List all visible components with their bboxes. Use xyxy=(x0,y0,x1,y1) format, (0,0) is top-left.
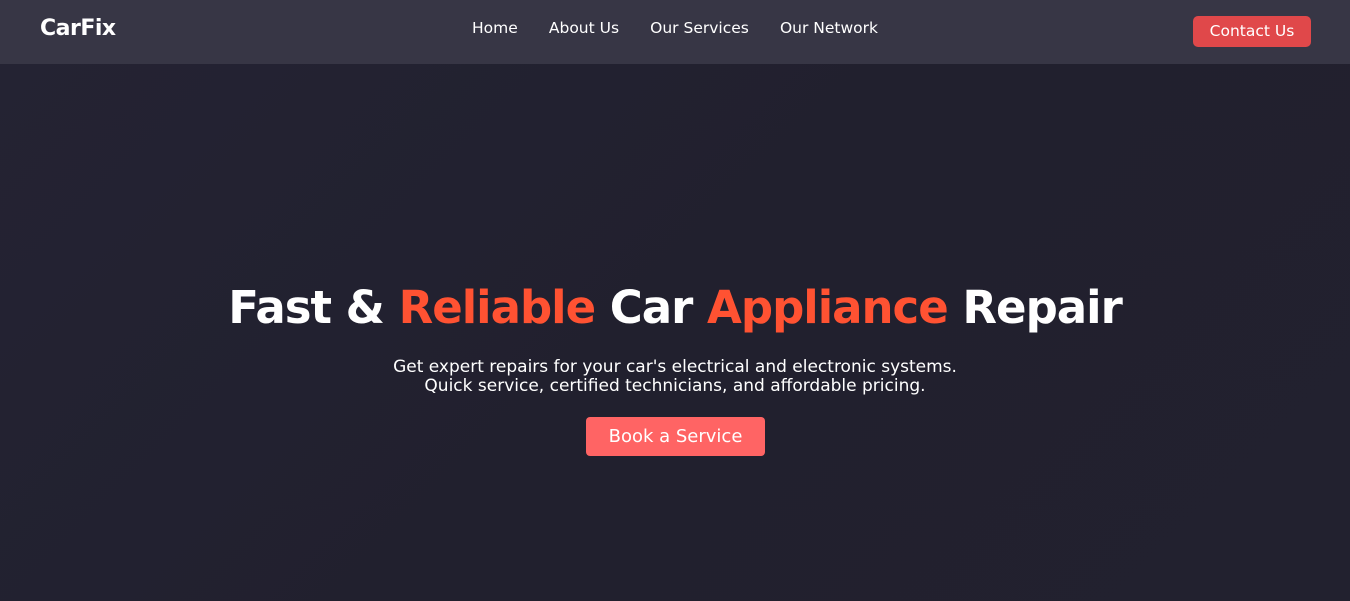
book-a-service-button[interactable]: Book a Service xyxy=(586,417,765,456)
hero-subtitle: Get expert repairs for your car's electr… xyxy=(0,358,1350,396)
brand-logo[interactable]: CarFix xyxy=(40,16,116,41)
hero-subtitle-line-1: Get expert repairs for your car's electr… xyxy=(393,357,957,377)
hero-title: Fast & Reliable Car Appliance Repair xyxy=(0,281,1350,334)
hero-title-part: Car xyxy=(595,281,708,334)
nav-link-about-us[interactable]: About Us xyxy=(549,19,619,37)
nav-link-home[interactable]: Home xyxy=(472,19,518,37)
nav-link-our-network[interactable]: Our Network xyxy=(780,19,878,37)
navbar: CarFix Home About Us Our Services Our Ne… xyxy=(0,0,1350,64)
hero-subtitle-line-2: Quick service, certified technicians, an… xyxy=(424,376,926,396)
hero-title-accent-reliable: Reliable xyxy=(398,281,597,334)
hero-title-accent-appliance: Appliance xyxy=(707,281,949,334)
nav-links: Home About Us Our Services Our Network xyxy=(0,18,1350,37)
hero-title-part: Repair xyxy=(947,281,1122,334)
contact-us-button[interactable]: Contact Us xyxy=(1193,16,1311,47)
hero-title-part: Fast & xyxy=(228,281,399,334)
hero-section: Fast & Reliable Car Appliance Repair Get… xyxy=(0,64,1350,601)
nav-link-our-services[interactable]: Our Services xyxy=(650,19,749,37)
